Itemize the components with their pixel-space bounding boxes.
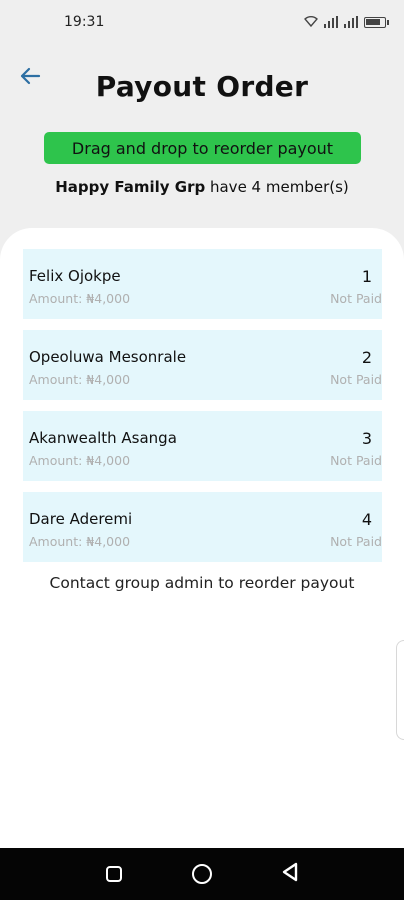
contact-admin-note: Contact group admin to reorder payout	[49, 574, 355, 592]
battery-icon	[364, 16, 389, 28]
circle-icon	[192, 864, 212, 884]
status-icons	[304, 15, 389, 30]
payment-status: Not Paid	[330, 372, 382, 387]
member-card[interactable]: Dare Aderemi Amount: ₦4,000 4 Not Paid	[23, 492, 382, 562]
payment-status: Not Paid	[330, 453, 382, 468]
payout-order-number: 3	[361, 429, 372, 448]
system-nav-bar	[0, 848, 404, 900]
home-button[interactable]	[187, 859, 217, 889]
drag-hint-banner: Drag and drop to reorder payout	[44, 132, 361, 164]
member-name: Akanwealth Asanga	[29, 429, 177, 447]
member-card[interactable]: Felix Ojokpe Amount: ₦4,000 1 Not Paid	[23, 249, 382, 319]
square-icon	[106, 866, 122, 882]
wifi-icon	[304, 15, 318, 30]
member-name: Opeoluwa Mesonrale	[29, 348, 187, 366]
member-card[interactable]: Opeoluwa Mesonrale Amount: ₦4,000 2 Not …	[23, 330, 382, 400]
member-amount: Amount: ₦4,000	[29, 372, 131, 387]
payout-order-number: 1	[361, 267, 372, 286]
signal-icon	[324, 16, 338, 28]
drag-hint-text: Drag and drop to reorder payout	[71, 138, 334, 158]
member-amount: Amount: ₦4,000	[29, 534, 131, 549]
status-bar: 19:31	[0, 0, 404, 44]
member-amount: Amount: ₦4,000	[29, 453, 131, 468]
group-name: Happy Family Grp	[55, 178, 206, 196]
member-name: Felix Ojokpe	[29, 267, 121, 285]
member-amount: Amount: ₦4,000	[29, 291, 131, 306]
side-edge-handle[interactable]	[396, 640, 404, 740]
triangle-back-icon	[281, 862, 299, 886]
status-time: 19:31	[64, 14, 105, 30]
payment-status: Not Paid	[330, 534, 382, 549]
payout-order-number: 2	[361, 348, 372, 367]
payout-order-number: 4	[361, 510, 372, 529]
page-title: Payout Order	[95, 70, 309, 103]
recent-apps-button[interactable]	[99, 859, 129, 889]
member-card[interactable]: Akanwealth Asanga Amount: ₦4,000 3 Not P…	[23, 411, 382, 481]
member-count-text: have 4 member(s)	[205, 178, 349, 196]
payment-status: Not Paid	[330, 291, 382, 306]
member-name: Dare Aderemi	[29, 510, 133, 528]
group-member-count: Happy Family Grp have 4 member(s)	[0, 178, 404, 196]
system-back-button[interactable]	[275, 859, 305, 889]
signal-icon-2	[344, 16, 358, 28]
